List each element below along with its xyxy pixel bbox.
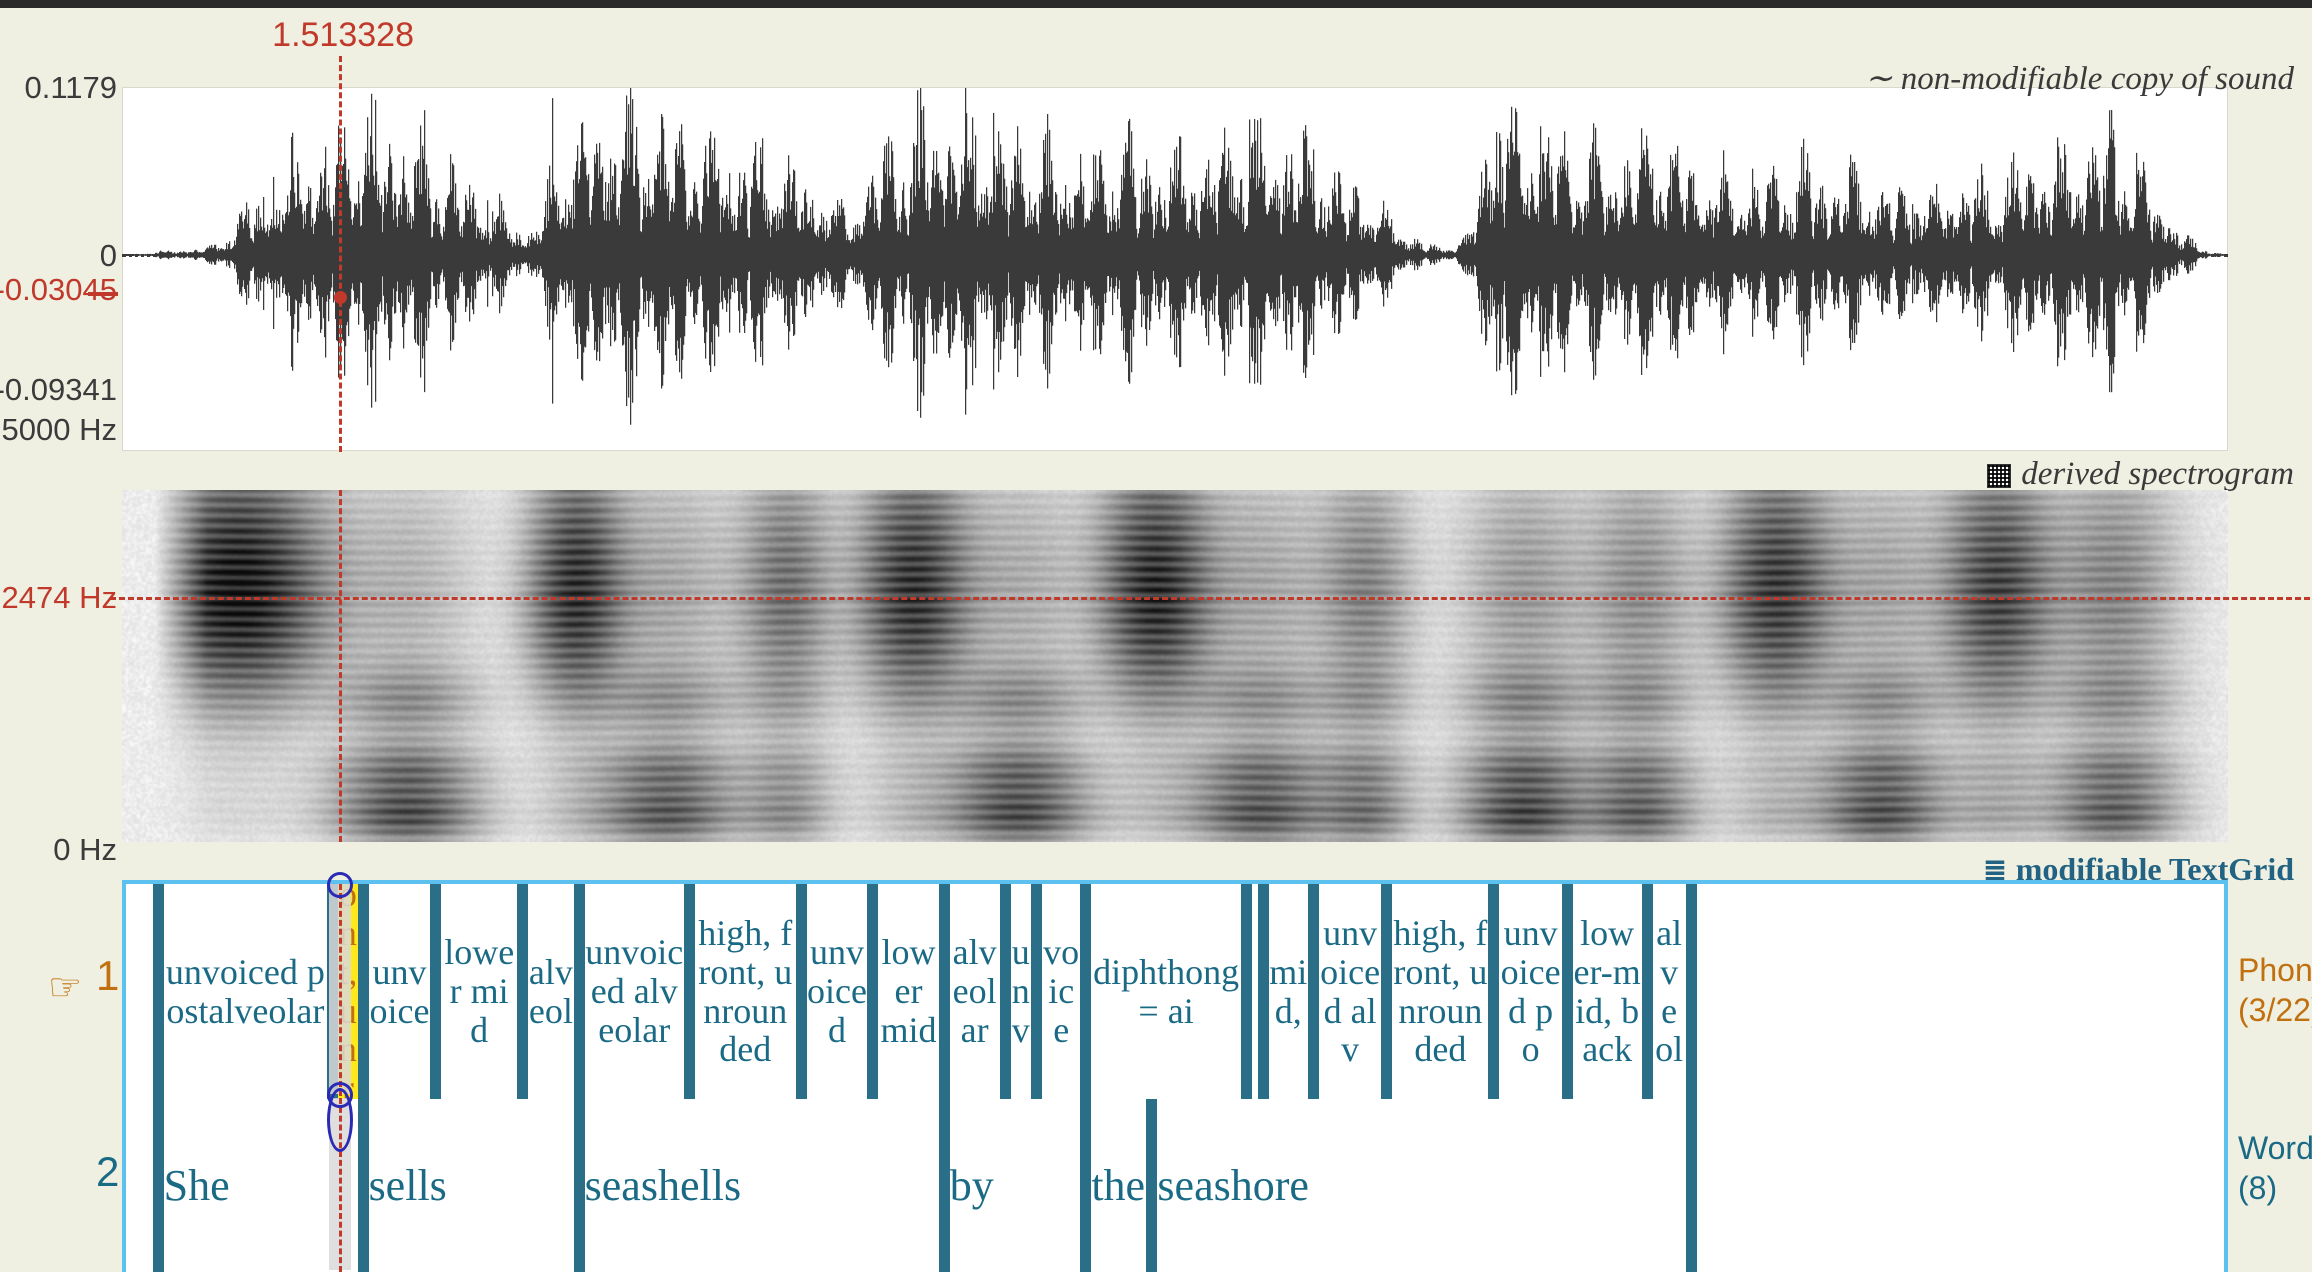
interval-boundary[interactable] bbox=[1381, 884, 1393, 1099]
interval-label: high, front, unrounded bbox=[1393, 912, 1488, 1070]
interval-boundary[interactable] bbox=[1685, 884, 1697, 1099]
textgrid-panel[interactable]: unvoiced postalveolar high, front, unroun… bbox=[122, 880, 2228, 1272]
tier-number-1[interactable]: 1 bbox=[96, 952, 119, 1000]
interval-label: unvoiced bbox=[807, 932, 867, 1050]
interval-label: lower mid bbox=[444, 932, 515, 1050]
interval-label: voice bbox=[1043, 932, 1080, 1050]
interval-boundary[interactable] bbox=[938, 884, 950, 1099]
interval-label: the bbox=[1091, 1161, 1146, 1210]
selected-tier-pointer-icon: ☞ bbox=[48, 967, 83, 1009]
tier-side-label-phone[interactable]: Phone (3/22) bbox=[2238, 950, 2312, 1030]
interval-boundary[interactable] bbox=[1080, 884, 1092, 1099]
spectrogram-ymax-label: 5000 Hz bbox=[1, 412, 117, 447]
interval-boundary[interactable] bbox=[938, 1099, 950, 1272]
interval-boundary[interactable] bbox=[1080, 1099, 1092, 1272]
spectrogram-hatch-icon bbox=[1987, 464, 2012, 489]
interval-boundary[interactable] bbox=[1488, 884, 1500, 1099]
tier-side-label-phone-name: Phone bbox=[2238, 952, 2312, 988]
sound-ymin-label: -0.09341 bbox=[0, 372, 117, 407]
interval-boundary[interactable] bbox=[430, 884, 442, 1099]
interval-boundary[interactable] bbox=[517, 884, 529, 1099]
interval-label: seashells bbox=[584, 1161, 742, 1210]
sound-title-glyph: ∼ bbox=[1864, 61, 1893, 97]
tier-side-label-phone-count: (3/22) bbox=[2238, 992, 2312, 1028]
sound-amplitude-tick bbox=[88, 292, 118, 296]
interval-boundary[interactable] bbox=[357, 884, 369, 1099]
window-top-strip bbox=[0, 0, 2312, 8]
interval-boundary[interactable] bbox=[683, 884, 695, 1099]
spectrogram-panel-title: derived spectrogram bbox=[1987, 456, 2294, 493]
interval-boundary[interactable] bbox=[1240, 884, 1252, 1099]
interval-label: unvoiced postalveolar bbox=[165, 951, 325, 1031]
spectrogram-image bbox=[122, 490, 2228, 842]
tier-phone[interactable]: unvoiced postalveolar high, front, unroun… bbox=[126, 884, 2224, 1099]
interval-label: by bbox=[949, 1161, 994, 1210]
tier-side-label-word[interactable]: Word (8) bbox=[2238, 1128, 2312, 1208]
interval-boundary[interactable] bbox=[1561, 884, 1573, 1099]
interval-label: unvoiced alv bbox=[1320, 912, 1381, 1070]
interval-boundary[interactable] bbox=[1641, 884, 1653, 1099]
tier-number-2[interactable]: 2 bbox=[96, 1148, 119, 1196]
interval-label: alveolar bbox=[952, 932, 997, 1050]
tier-word[interactable]: She sells seashells by the seashore bbox=[126, 1099, 2224, 1272]
spectrogram-title-text: derived spectrogram bbox=[2021, 456, 2294, 492]
interval-label: unvoice bbox=[369, 951, 430, 1031]
tier-side-label-word-count: (8) bbox=[2238, 1170, 2278, 1206]
interval-boundary[interactable] bbox=[1685, 1099, 1697, 1272]
spectrogram-ymin-label: 0 Hz bbox=[53, 832, 117, 867]
sound-waveform bbox=[123, 88, 2227, 425]
sound-waveform-panel[interactable] bbox=[122, 87, 2228, 451]
interval-boundary[interactable] bbox=[1031, 884, 1043, 1099]
interval-boundary[interactable] bbox=[573, 1099, 585, 1272]
interval-label: unvoiced po bbox=[1500, 912, 1561, 1070]
sound-panel-title: ∼ non-modifiable copy of sound bbox=[1865, 58, 2294, 98]
interval-boundary[interactable] bbox=[1307, 884, 1319, 1099]
sound-zero-line bbox=[122, 254, 2228, 257]
interval-boundary[interactable] bbox=[152, 884, 164, 1099]
interval-label: alveol bbox=[528, 951, 573, 1031]
cursor-time-label: 1.513328 bbox=[272, 16, 414, 54]
interval-label: seashore bbox=[1157, 1161, 1309, 1210]
interval-label: sells bbox=[368, 1161, 447, 1210]
boundary-drag-handle-word[interactable] bbox=[327, 1088, 354, 1152]
interval-label: unv bbox=[1011, 932, 1030, 1050]
interval-label: high, front, unrounded bbox=[698, 912, 793, 1070]
interval-label: unvoiced alveolar bbox=[585, 932, 684, 1050]
sound-ymax-label: 0.1179 bbox=[24, 70, 117, 105]
sound-title-text: non-modifiable copy of sound bbox=[1900, 61, 2294, 97]
interval-boundary[interactable] bbox=[1146, 1099, 1158, 1272]
sound-yzero-label: 0 bbox=[99, 238, 117, 273]
sound-cursor-amplitude-label: -0.03045 bbox=[0, 272, 117, 307]
interval-boundary[interactable] bbox=[867, 884, 879, 1099]
tier-side-label-word-name: Word bbox=[2238, 1130, 2312, 1166]
interval-boundary[interactable] bbox=[795, 884, 807, 1099]
spectrogram-panel[interactable] bbox=[122, 490, 2228, 842]
spectrogram-cursor-frequency-label: 2474 Hz bbox=[1, 580, 117, 615]
interval-boundary[interactable] bbox=[1257, 884, 1269, 1099]
interval-label: lower mid bbox=[880, 932, 937, 1050]
interval-boundary[interactable] bbox=[999, 884, 1011, 1099]
interval-boundary[interactable] bbox=[573, 884, 585, 1099]
interval-boundary[interactable] bbox=[357, 1099, 369, 1272]
cursor-band-phone bbox=[329, 884, 352, 1094]
interval-label: mid, bbox=[1269, 951, 1308, 1031]
interval-label: alveol bbox=[1655, 912, 1684, 1070]
interval-boundary[interactable] bbox=[152, 1099, 164, 1272]
interval-label: lower-mid, back bbox=[1573, 912, 1641, 1070]
interval-label: diphthong = ai bbox=[1093, 951, 1240, 1031]
boundary-drag-handle-top[interactable] bbox=[327, 872, 354, 898]
